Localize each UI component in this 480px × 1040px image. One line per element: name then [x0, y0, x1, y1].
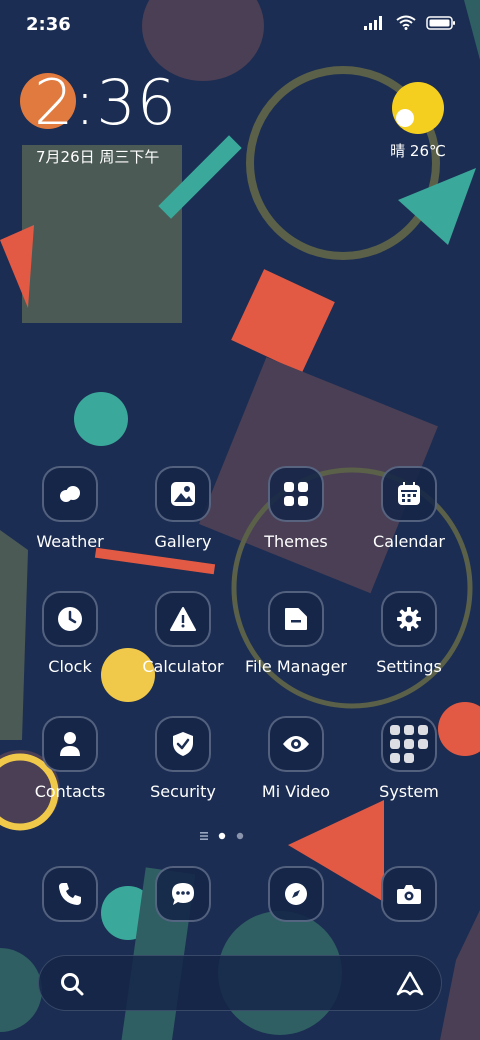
- dock-phone[interactable]: [14, 862, 126, 922]
- search-bar[interactable]: [38, 955, 442, 1011]
- app-mi-video[interactable]: Mi Video: [240, 712, 352, 801]
- gallery-icon: [155, 466, 211, 522]
- app-label: Settings: [376, 657, 442, 676]
- app-row: Weather Gallery Themes Calendar: [0, 462, 480, 572]
- app-label: Gallery: [154, 532, 212, 551]
- settings-icon: [381, 591, 437, 647]
- signal-icon: [364, 15, 382, 30]
- app-clock[interactable]: Clock: [14, 587, 126, 676]
- app-label: Weather: [36, 532, 104, 551]
- app-contacts[interactable]: Contacts: [14, 712, 126, 801]
- app-label: Calculator: [142, 657, 224, 676]
- search-icon[interactable]: [59, 971, 85, 997]
- calendar-icon: [381, 466, 437, 522]
- app-label: System: [379, 782, 439, 801]
- assistant-icon[interactable]: [395, 970, 425, 998]
- page-dot-active: [218, 832, 226, 840]
- phone-icon: [42, 866, 98, 922]
- app-themes[interactable]: Themes: [240, 462, 352, 551]
- weather-widget[interactable]: 晴 26℃: [382, 86, 454, 161]
- app-security[interactable]: Security: [127, 712, 239, 801]
- app-gallery[interactable]: Gallery: [127, 462, 239, 551]
- battery-icon: [426, 15, 455, 30]
- security-icon: [155, 716, 211, 772]
- contacts-icon: [42, 716, 98, 772]
- app-label: Clock: [48, 657, 92, 676]
- dock: [0, 862, 480, 926]
- page-indicator[interactable]: [0, 830, 480, 842]
- app-label: Contacts: [34, 782, 106, 801]
- sun-cloud-icon: [382, 86, 454, 136]
- app-row: Contacts Security Mi Video System: [0, 712, 480, 822]
- clock-widget-time[interactable]: 2:36: [34, 72, 177, 134]
- clock-icon: [42, 591, 98, 647]
- wifi-icon: [396, 15, 416, 30]
- status-icons: [364, 15, 456, 30]
- page-list-icon: [200, 832, 208, 840]
- app-label: File Manager: [245, 657, 347, 676]
- status-time: 2:36: [26, 14, 71, 35]
- app-system-folder[interactable]: System: [353, 712, 465, 801]
- messages-icon: [155, 866, 211, 922]
- app-settings[interactable]: Settings: [353, 587, 465, 676]
- app-calendar[interactable]: Calendar: [353, 462, 465, 551]
- dock-messages[interactable]: [127, 862, 239, 922]
- app-label: Calendar: [373, 532, 445, 551]
- file-manager-icon: [268, 591, 324, 647]
- app-label: Mi Video: [261, 782, 331, 801]
- system-folder-icon: [381, 716, 437, 772]
- page-dot: [236, 832, 244, 840]
- mi-video-icon: [268, 716, 324, 772]
- app-label: Security: [150, 782, 216, 801]
- themes-icon: [268, 466, 324, 522]
- app-row: Clock Calculator File Manager Settings: [0, 587, 480, 697]
- app-file-manager[interactable]: File Manager: [240, 587, 352, 676]
- dock-camera[interactable]: [353, 862, 465, 922]
- browser-icon: [268, 866, 324, 922]
- calculator-icon: [155, 591, 211, 647]
- camera-icon: [381, 866, 437, 922]
- weather-icon: [42, 466, 98, 522]
- app-weather[interactable]: Weather: [14, 462, 126, 551]
- clock-widget-date[interactable]: 7月26日 周三下午: [36, 146, 159, 167]
- app-label: Themes: [264, 532, 328, 551]
- app-calculator[interactable]: Calculator: [127, 587, 239, 676]
- dock-browser[interactable]: [240, 862, 352, 922]
- weather-text: 晴 26℃: [390, 142, 446, 160]
- status-bar: 2:36: [0, 0, 480, 50]
